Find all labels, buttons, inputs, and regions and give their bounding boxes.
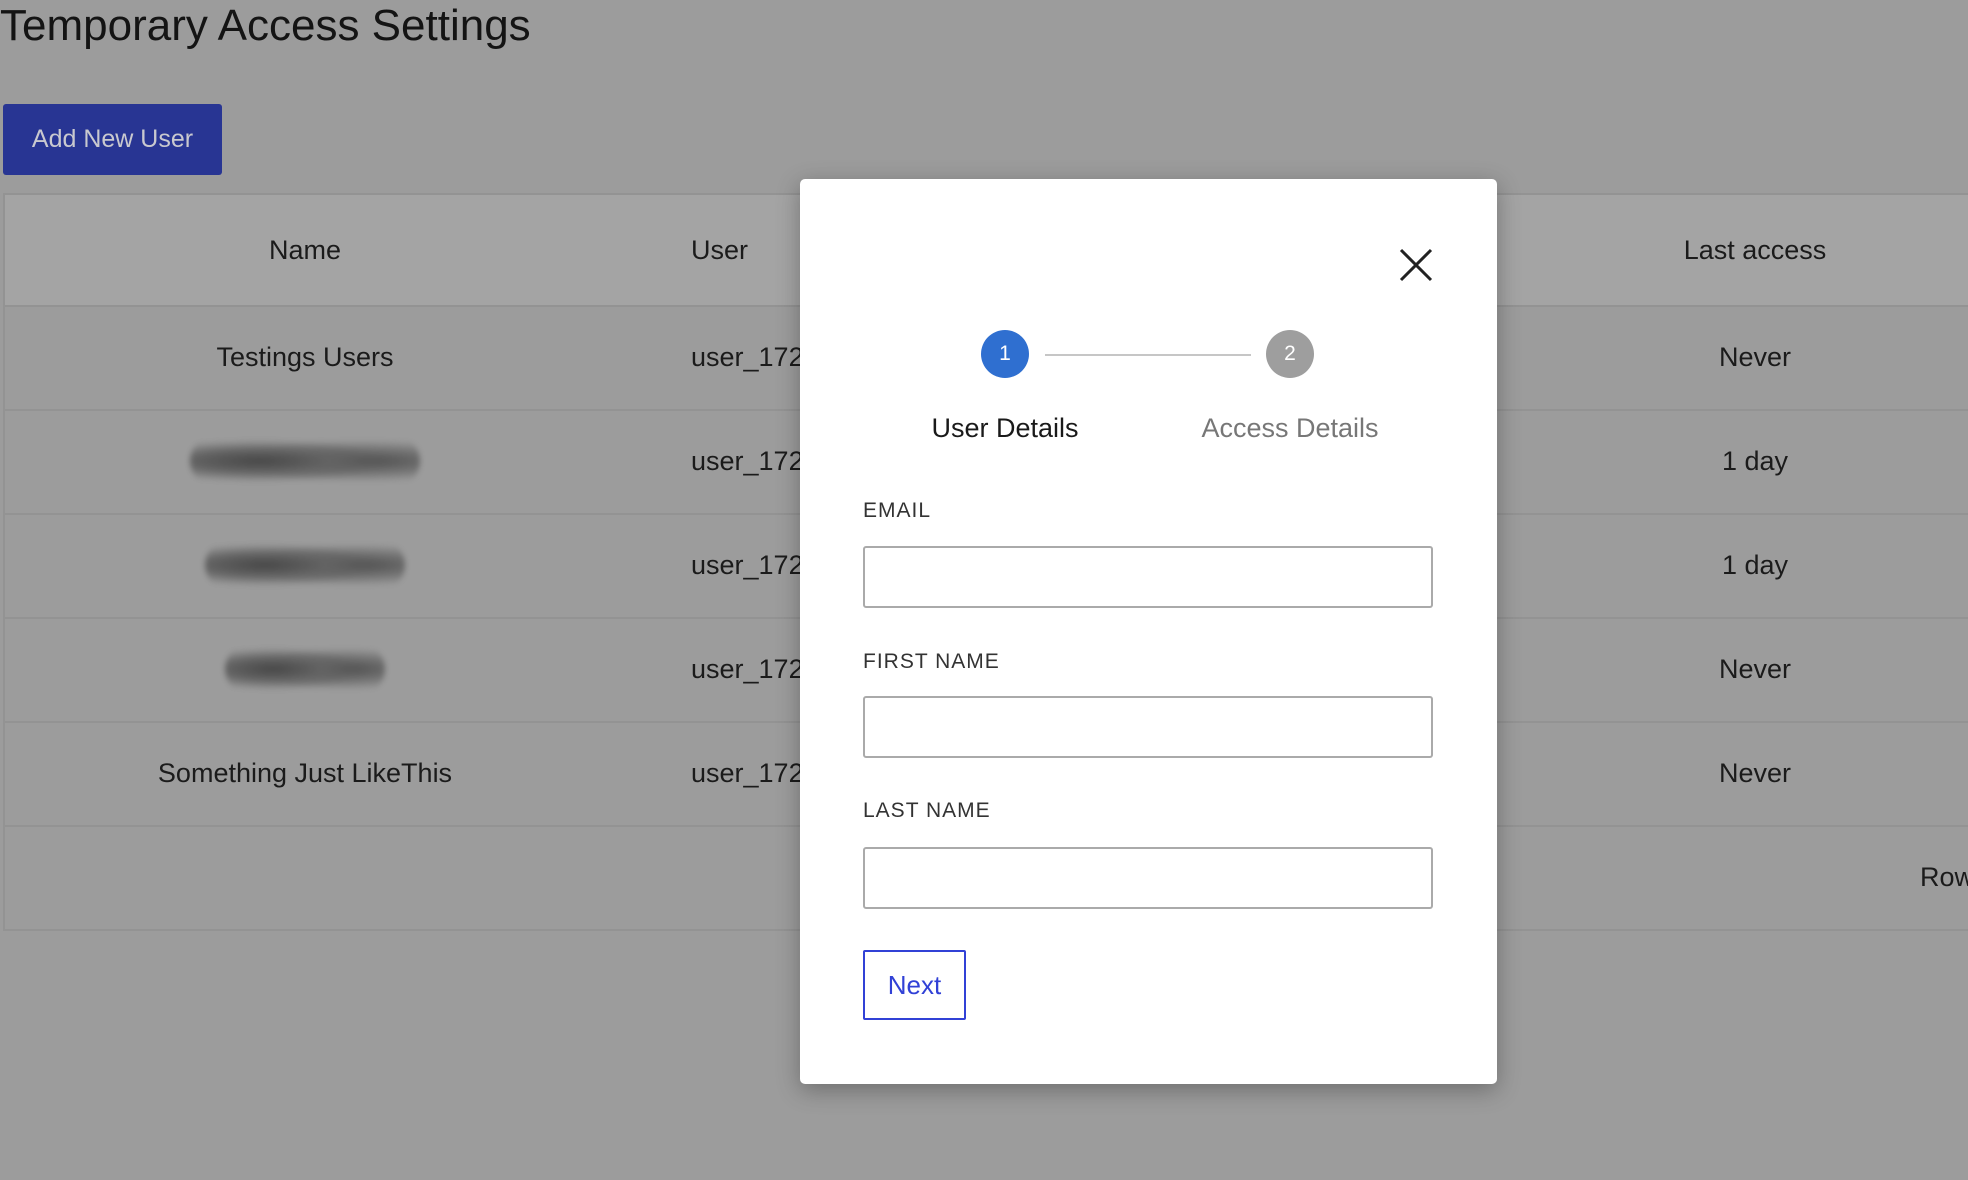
first-name-field[interactable] bbox=[863, 696, 1433, 758]
redacted-scribble bbox=[190, 436, 420, 486]
cell-name: Testings Users bbox=[216, 341, 394, 372]
step-2-label: Access Details bbox=[1201, 413, 1379, 443]
email-field[interactable] bbox=[863, 546, 1433, 608]
last-name-field[interactable] bbox=[863, 847, 1433, 909]
close-icon[interactable] bbox=[1397, 246, 1435, 284]
cell-last-access: 1 day bbox=[1721, 445, 1789, 476]
step-2-indicator: 2 bbox=[1266, 330, 1314, 378]
add-user-dialog: 1 2 User Details Access Details EMAIL FI… bbox=[800, 179, 1497, 1084]
step-1-label: User Details bbox=[931, 413, 1079, 443]
rows-per-page-label: Row bbox=[1920, 861, 1968, 892]
cell-last-access: 1 day bbox=[1721, 549, 1789, 580]
next-button[interactable]: Next bbox=[863, 950, 966, 1020]
add-new-user-button[interactable]: Add New User bbox=[3, 104, 222, 175]
cell-name-redacted bbox=[5, 513, 605, 617]
step-1-indicator: 1 bbox=[981, 330, 1029, 378]
email-label: EMAIL bbox=[863, 499, 932, 522]
header-name[interactable]: Name bbox=[5, 195, 605, 305]
last-name-label: LAST NAME bbox=[863, 799, 991, 822]
cell-last-access: Never bbox=[1718, 653, 1792, 684]
first-name-label: FIRST NAME bbox=[863, 650, 1000, 673]
cell-name-redacted bbox=[5, 409, 605, 513]
page-title: Temporary Access Settings bbox=[0, 1, 531, 50]
redacted-scribble bbox=[205, 540, 405, 590]
cell-last-access: Never bbox=[1718, 341, 1792, 372]
redacted-scribble bbox=[225, 644, 385, 694]
header-last-access[interactable]: Last access bbox=[1555, 195, 1955, 305]
step-connector bbox=[1045, 354, 1251, 356]
cell-name: Something Just LikeThis bbox=[157, 757, 453, 788]
cell-last-access: Never bbox=[1718, 757, 1792, 788]
cell-name-redacted bbox=[5, 617, 605, 721]
